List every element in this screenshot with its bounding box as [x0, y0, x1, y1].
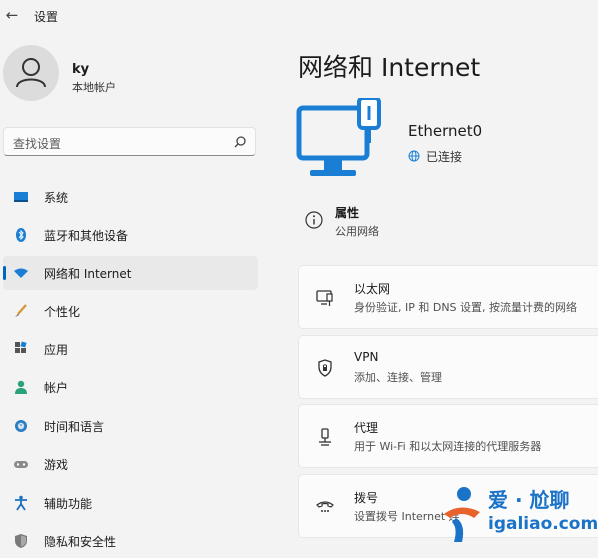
ethernet-card[interactable]: 以太网 身份验证, IP 和 DNS 设置, 按流量计费的网络: [298, 265, 598, 329]
properties-link[interactable]: 属性: [335, 204, 359, 221]
vpn-card[interactable]: VPN 添加、连接、管理: [298, 335, 598, 399]
sidebar-item-label: 时间和语言: [44, 420, 105, 434]
card-subtitle: 身份验证, IP 和 DNS 设置, 按流量计费的网络: [354, 301, 578, 314]
search-placeholder: 查找设置: [13, 137, 62, 151]
sidebar-item-label: 应用: [44, 343, 69, 357]
time-language-icon: [15, 420, 27, 432]
apps-icon: [15, 341, 27, 353]
connection-name: Ethernet0: [408, 122, 483, 140]
search-input[interactable]: 查找设置: [3, 127, 256, 156]
sidebar-item-accounts[interactable]: 帐户: [3, 370, 258, 404]
sidebar-item-system[interactable]: 系统: [3, 180, 258, 214]
dialup-icon: [316, 501, 334, 512]
search-icon: [234, 136, 246, 148]
account-type: 本地帐户: [72, 81, 116, 94]
sidebar-item-label: 网络和 Internet: [44, 267, 132, 281]
card-title: VPN: [354, 350, 379, 364]
ethernet-monitor-icon: [296, 98, 381, 176]
ethernet-icon: [316, 290, 333, 306]
accessibility-icon: [15, 495, 27, 511]
app-title: 设置: [34, 10, 59, 24]
sidebar-item-apps[interactable]: 应用: [3, 332, 258, 366]
sidebar-item-label: 辅助功能: [44, 497, 93, 511]
connection-status: 已连接: [426, 150, 463, 164]
bluetooth-icon: [16, 228, 26, 242]
sidebar-item-label: 系统: [44, 191, 69, 205]
sidebar-item-gaming[interactable]: 游戏: [3, 447, 258, 481]
watermark-logo-icon: [444, 487, 480, 542]
title-bar: ← 设置: [0, 0, 598, 32]
sidebar-item-privacy[interactable]: 隐私和安全性: [3, 524, 258, 558]
watermark-url: igaliao.com: [488, 514, 598, 534]
globe-icon: [408, 150, 420, 162]
brush-icon: [15, 304, 27, 317]
back-button[interactable]: ←: [3, 6, 21, 24]
sidebar-item-label: 游戏: [44, 458, 69, 472]
system-icon: [14, 192, 28, 202]
card-title: 代理: [354, 421, 379, 435]
vpn-shield-icon: [318, 359, 332, 377]
card-subtitle: 用于 Wi-Fi 和以太网连接的代理服务器: [354, 440, 542, 453]
sidebar-item-label: 蓝牙和其他设备: [44, 229, 129, 243]
sidebar-item-accessibility[interactable]: 辅助功能: [3, 486, 258, 520]
sidebar-item-personalization[interactable]: 个性化: [3, 294, 258, 328]
gamepad-icon: [14, 461, 28, 468]
user-silhouette-icon: [16, 58, 46, 88]
network-profile-type: 公用网络: [335, 225, 379, 238]
page-title: 网络和 Internet: [298, 53, 481, 82]
avatar[interactable]: [3, 45, 59, 101]
sidebar-item-label: 个性化: [44, 305, 81, 319]
card-title: 拨号: [354, 491, 379, 505]
sidebar-item-label: 帐户: [44, 381, 69, 395]
selection-indicator: [3, 266, 6, 280]
proxy-card[interactable]: 代理 用于 Wi-Fi 和以太网连接的代理服务器: [298, 404, 598, 468]
account-icon: [15, 380, 27, 394]
user-name: ky: [72, 62, 90, 77]
proxy-icon: [319, 428, 331, 446]
sidebar-item-time-language[interactable]: 时间和语言: [3, 409, 258, 443]
shield-icon: [15, 534, 27, 548]
card-title: 以太网: [354, 282, 391, 296]
card-subtitle: 添加、连接、管理: [354, 371, 442, 384]
sidebar-item-label: 隐私和安全性: [44, 535, 117, 549]
watermark-title: 爱 · 尬聊: [488, 488, 570, 512]
sidebar-item-network[interactable]: 网络和 Internet: [3, 256, 258, 290]
sidebar-item-bluetooth[interactable]: 蓝牙和其他设备: [3, 218, 258, 252]
info-icon[interactable]: [305, 211, 323, 229]
watermark: 爱 · 尬聊 igaliao.com: [438, 478, 598, 554]
network-icon: [14, 268, 28, 278]
